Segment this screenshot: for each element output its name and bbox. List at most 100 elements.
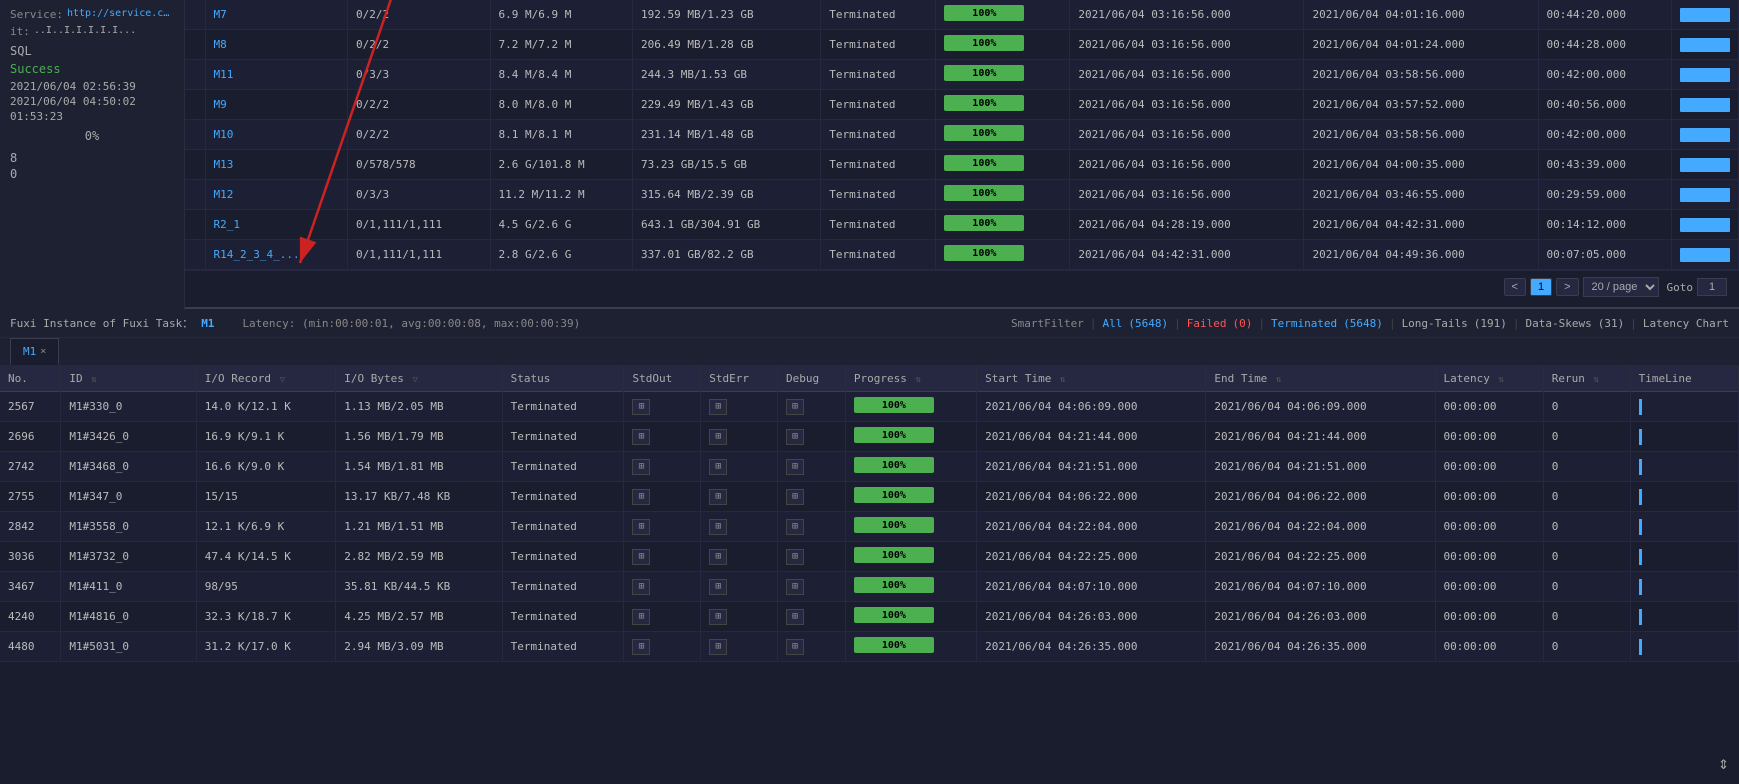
stderr-icon[interactable]: ⊞ — [709, 639, 727, 655]
filter-longtails-btn[interactable]: Long-Tails — [1402, 317, 1468, 330]
stderr-icon[interactable]: ⊞ — [709, 429, 727, 445]
stderr-icon[interactable]: ⊞ — [709, 579, 727, 595]
top-row-task[interactable]: M7 — [205, 0, 348, 30]
col-header-io-bytes[interactable]: I/O Bytes ▽ — [336, 366, 502, 392]
debug-icon[interactable]: ⊞ — [786, 609, 804, 625]
bottom-row-stderr[interactable]: ⊞ — [701, 392, 778, 422]
bottom-row-debug[interactable]: ⊞ — [778, 422, 846, 452]
stdout-icon[interactable]: ⊞ — [632, 519, 650, 535]
bottom-table-row[interactable]: 2696 M1#3426_0 16.9 K/9.1 K 1.56 MB/1.79… — [0, 422, 1739, 452]
bottom-row-id[interactable]: M1#3468_0 — [61, 452, 196, 482]
bottom-row-stdout[interactable]: ⊞ — [624, 542, 701, 572]
tab-m1-close[interactable]: × — [40, 346, 46, 357]
bottom-row-stderr[interactable]: ⊞ — [701, 632, 778, 662]
bottom-row-stderr[interactable]: ⊞ — [701, 572, 778, 602]
col-header-io-record[interactable]: I/O Record ▽ — [196, 366, 336, 392]
filter-dataskews-btn[interactable]: Data-Skews — [1526, 317, 1592, 330]
top-table-row[interactable]: R2_1 0/1,111/1,111 4.5 G/2.6 G 643.1 GB/… — [185, 210, 1739, 240]
stdout-icon[interactable]: ⊞ — [632, 549, 650, 565]
bottom-row-id[interactable]: M1#4816_0 — [61, 602, 196, 632]
bottom-row-stdout[interactable]: ⊞ — [624, 572, 701, 602]
debug-icon[interactable]: ⊞ — [786, 639, 804, 655]
col-header-id[interactable]: ID ⇅ — [61, 366, 196, 392]
top-row-task[interactable]: R2_1 — [205, 210, 348, 240]
top-row-task[interactable]: M12 — [205, 180, 348, 210]
tab-m1[interactable]: M1 × — [10, 338, 59, 365]
next-page-btn[interactable]: > — [1556, 278, 1578, 296]
top-row-task[interactable]: M8 — [205, 30, 348, 60]
top-row-task[interactable]: M11 — [205, 60, 348, 90]
stdout-icon[interactable]: ⊞ — [632, 609, 650, 625]
debug-icon[interactable]: ⊞ — [786, 399, 804, 415]
page-1-btn[interactable]: 1 — [1530, 278, 1552, 296]
col-header-start-time[interactable]: Start Time ⇅ — [977, 366, 1206, 392]
bottom-row-debug[interactable]: ⊞ — [778, 632, 846, 662]
stdout-icon[interactable]: ⊞ — [632, 399, 650, 415]
page-size-select[interactable]: 20 / page — [1583, 277, 1659, 297]
stderr-icon[interactable]: ⊞ — [709, 519, 727, 535]
bottom-table-row[interactable]: 2742 M1#3468_0 16.6 K/9.0 K 1.54 MB/1.81… — [0, 452, 1739, 482]
bottom-row-stderr[interactable]: ⊞ — [701, 452, 778, 482]
col-header-rerun[interactable]: Rerun ⇅ — [1543, 366, 1630, 392]
bottom-row-debug[interactable]: ⊞ — [778, 452, 846, 482]
goto-input[interactable] — [1697, 278, 1727, 296]
bottom-row-stdout[interactable]: ⊞ — [624, 422, 701, 452]
bottom-table-row[interactable]: 2842 M1#3558_0 12.1 K/6.9 K 1.21 MB/1.51… — [0, 512, 1739, 542]
top-row-task[interactable]: R14_2_3_4_... — [205, 240, 348, 270]
bottom-row-stdout[interactable]: ⊞ — [624, 392, 701, 422]
stderr-icon[interactable]: ⊞ — [709, 549, 727, 565]
debug-icon[interactable]: ⊞ — [786, 549, 804, 565]
bottom-table-row[interactable]: 4240 M1#4816_0 32.3 K/18.7 K 4.25 MB/2.5… — [0, 602, 1739, 632]
stderr-icon[interactable]: ⊞ — [709, 489, 727, 505]
stderr-icon[interactable]: ⊞ — [709, 399, 727, 415]
top-table-row[interactable]: M7 0/2/2 6.9 M/6.9 M 192.59 MB/1.23 GB T… — [185, 0, 1739, 30]
filter-failed-btn[interactable]: Failed — [1187, 317, 1227, 330]
bottom-row-debug[interactable]: ⊞ — [778, 602, 846, 632]
debug-icon[interactable]: ⊞ — [786, 519, 804, 535]
stdout-icon[interactable]: ⊞ — [632, 429, 650, 445]
col-header-latency[interactable]: Latency ⇅ — [1435, 366, 1543, 392]
bottom-table-row[interactable]: 2567 M1#330_0 14.0 K/12.1 K 1.13 MB/2.05… — [0, 392, 1739, 422]
bottom-row-stderr[interactable]: ⊞ — [701, 422, 778, 452]
stdout-icon[interactable]: ⊞ — [632, 639, 650, 655]
bottom-row-stdout[interactable]: ⊞ — [624, 452, 701, 482]
bottom-row-stderr[interactable]: ⊞ — [701, 482, 778, 512]
bottom-row-stdout[interactable]: ⊞ — [624, 482, 701, 512]
stderr-icon[interactable]: ⊞ — [709, 609, 727, 625]
col-header-end-time[interactable]: End Time ⇅ — [1206, 366, 1435, 392]
top-table-row[interactable]: M11 0/3/3 8.4 M/8.4 M 244.3 MB/1.53 GB T… — [185, 60, 1739, 90]
bottom-table-row[interactable]: 4480 M1#5031_0 31.2 K/17.0 K 2.94 MB/3.0… — [0, 632, 1739, 662]
bottom-row-stderr[interactable]: ⊞ — [701, 512, 778, 542]
top-table-row[interactable]: R14_2_3_4_... 0/1,111/1,111 2.8 G/2.6 G … — [185, 240, 1739, 270]
col-header-no[interactable]: No. — [0, 366, 61, 392]
bottom-row-debug[interactable]: ⊞ — [778, 512, 846, 542]
bottom-row-debug[interactable]: ⊞ — [778, 572, 846, 602]
bottom-row-stdout[interactable]: ⊞ — [624, 512, 701, 542]
top-table-row[interactable]: M9 0/2/2 8.0 M/8.0 M 229.49 MB/1.43 GB T… — [185, 90, 1739, 120]
bottom-row-id[interactable]: M1#5031_0 — [61, 632, 196, 662]
bottom-row-debug[interactable]: ⊞ — [778, 482, 846, 512]
top-row-task[interactable]: M10 — [205, 120, 348, 150]
top-table-row[interactable]: M10 0/2/2 8.1 M/8.1 M 231.14 MB/1.48 GB … — [185, 120, 1739, 150]
debug-icon[interactable]: ⊞ — [786, 489, 804, 505]
bottom-row-id[interactable]: M1#3732_0 — [61, 542, 196, 572]
bottom-row-debug[interactable]: ⊞ — [778, 542, 846, 572]
debug-icon[interactable]: ⊞ — [786, 429, 804, 445]
filter-all-btn[interactable]: All — [1102, 317, 1122, 330]
top-row-task[interactable]: M13 — [205, 150, 348, 180]
bottom-row-stderr[interactable]: ⊞ — [701, 602, 778, 632]
top-table-row[interactable]: M13 0/578/578 2.6 G/101.8 M 73.23 GB/15.… — [185, 150, 1739, 180]
prev-page-btn[interactable]: < — [1504, 278, 1526, 296]
bottom-row-id[interactable]: M1#411_0 — [61, 572, 196, 602]
bottom-table-row[interactable]: 2755 M1#347_0 15/15 13.17 KB/7.48 KB Ter… — [0, 482, 1739, 512]
bottom-row-id[interactable]: M1#3426_0 — [61, 422, 196, 452]
bottom-row-stderr[interactable]: ⊞ — [701, 542, 778, 572]
top-row-task[interactable]: M9 — [205, 90, 348, 120]
bottom-table-row[interactable]: 3036 M1#3732_0 47.4 K/14.5 K 2.82 MB/2.5… — [0, 542, 1739, 572]
bottom-row-id[interactable]: M1#330_0 — [61, 392, 196, 422]
bottom-table-row[interactable]: 3467 M1#411_0 98/95 35.81 KB/44.5 KB Ter… — [0, 572, 1739, 602]
filter-latencychart-btn[interactable]: Latency Chart — [1643, 317, 1729, 330]
stdout-icon[interactable]: ⊞ — [632, 579, 650, 595]
filter-terminated-btn[interactable]: Terminated — [1271, 317, 1337, 330]
scroll-indicator[interactable]: ⇕ — [1718, 753, 1729, 774]
